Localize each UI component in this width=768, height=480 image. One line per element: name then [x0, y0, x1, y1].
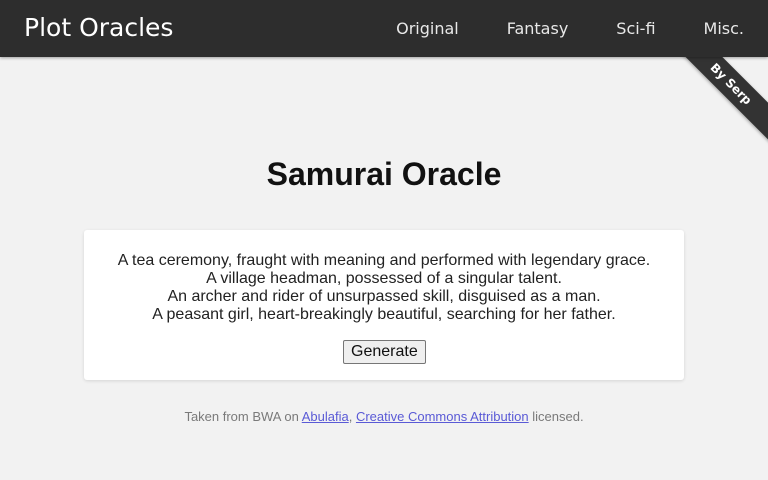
nav-link-original[interactable]: Original — [396, 19, 459, 38]
generate-button[interactable]: Generate — [343, 340, 426, 364]
footer-separator: , — [348, 409, 356, 424]
oracle-line: A tea ceremony, fraught with meaning and… — [117, 252, 651, 269]
oracle-line: An archer and rider of unsurpassed skill… — [167, 288, 601, 305]
license-link[interactable]: Creative Commons Attribution — [356, 409, 529, 424]
top-navbar: Plot Oracles Original Fantasy Sci-fi Mis… — [0, 0, 768, 57]
nav-link-sci-fi[interactable]: Sci-fi — [616, 19, 655, 38]
brand-link[interactable]: Plot Oracles — [24, 13, 173, 43]
author-ribbon-link[interactable]: By Serp — [668, 57, 768, 147]
oracle-card: A tea ceremony, fraught with meaning and… — [84, 230, 684, 380]
corner-ribbon: By Serp — [668, 57, 768, 157]
abulafia-link[interactable]: Abulafia — [302, 409, 349, 424]
page-title: Samurai Oracle — [266, 156, 502, 192]
footer-prefix: Taken from BWA on — [184, 409, 302, 424]
oracle-line: A peasant girl, heart-breakingly beautif… — [152, 306, 616, 323]
nav-link-misc[interactable]: Misc. — [704, 19, 744, 38]
nav-links: Original Fantasy Sci-fi Misc. — [348, 0, 744, 57]
footer-credits: Taken from BWA on Abulafia, Creative Com… — [0, 409, 768, 424]
footer-suffix: licensed. — [528, 409, 584, 424]
nav-link-fantasy[interactable]: Fantasy — [507, 19, 569, 38]
oracle-line: A village headman, possessed of a singul… — [206, 270, 562, 287]
oracle-lines: A tea ceremony, fraught with meaning and… — [84, 252, 684, 324]
